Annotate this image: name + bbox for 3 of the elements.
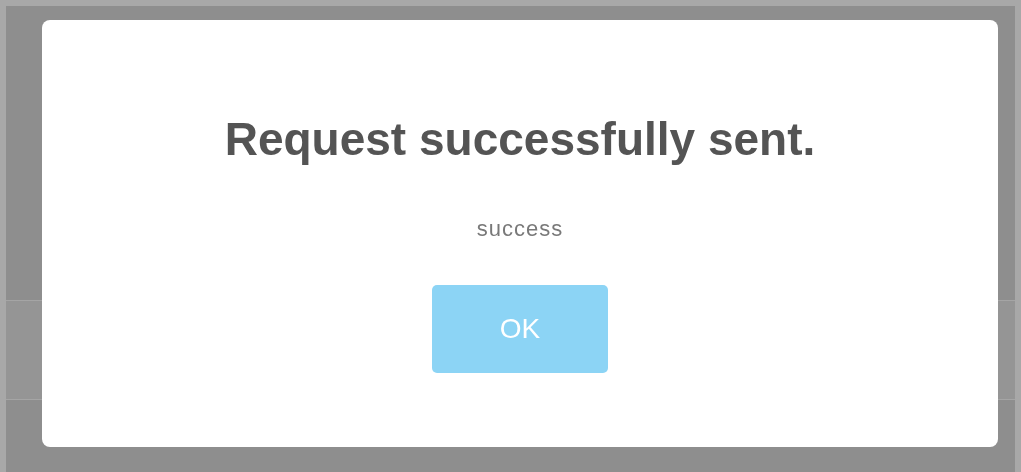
dialog-message: success — [476, 215, 564, 244]
dialog-title: Request successfully sent. — [224, 112, 816, 167]
ok-button[interactable]: OK — [432, 285, 608, 374]
